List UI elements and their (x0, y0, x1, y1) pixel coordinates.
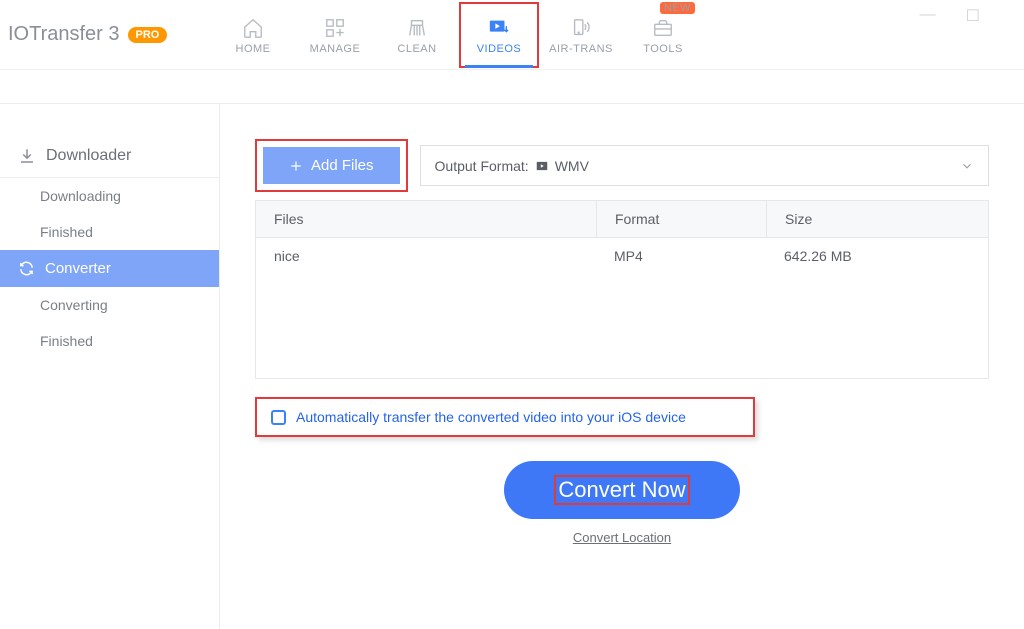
output-format-value: WMV (555, 158, 589, 174)
top-nav: HOME MANAGE CLEAN VIDEOS AIR-TRANS NEW T… (213, 2, 703, 68)
subheader-spacer (0, 70, 1024, 104)
sidebar-converting[interactable]: Converting (0, 287, 219, 323)
add-files-button[interactable]: Add Files (263, 147, 400, 184)
chevron-down-icon (960, 159, 974, 173)
nav-tools-label: TOOLS (643, 43, 683, 55)
table-body: nice MP4 642.26 MB (256, 238, 988, 378)
files-table: Files Format Size nice MP4 642.26 MB (255, 200, 989, 379)
output-format-label-group: Output Format: WMV (435, 158, 589, 174)
nav-clean-label: CLEAN (397, 43, 436, 55)
video-download-icon (486, 17, 512, 39)
maximize-icon[interactable]: ☐ (966, 6, 980, 26)
convert-location-link[interactable]: Convert Location (573, 530, 671, 545)
auto-transfer-label: Automatically transfer the converted vid… (296, 409, 686, 425)
nav-airtrans[interactable]: AIR-TRANS (541, 2, 621, 68)
sidebar-converter-label: Converter (45, 260, 111, 277)
video-file-icon (535, 159, 549, 173)
nav-tools[interactable]: NEW TOOLS (623, 2, 703, 68)
new-badge: NEW (660, 2, 695, 14)
toolbar: Add Files Output Format: WMV (255, 139, 989, 192)
logo-area: IOTransfer 3 PRO (0, 23, 205, 46)
col-header-size[interactable]: Size (766, 201, 988, 237)
cell-format: MP4 (596, 238, 766, 274)
col-header-files[interactable]: Files (256, 201, 596, 237)
auto-transfer-option[interactable]: Automatically transfer the converted vid… (255, 397, 755, 437)
add-files-highlight: Add Files (255, 139, 408, 192)
sidebar-downloader[interactable]: Downloader (0, 139, 219, 173)
convert-row: Convert Now (255, 461, 989, 519)
convert-location-row: Convert Location (255, 529, 989, 547)
convert-highlight: Convert Now (554, 475, 689, 505)
add-files-label: Add Files (311, 157, 374, 174)
sidebar-downloading[interactable]: Downloading (0, 178, 219, 214)
convert-now-label: Convert Now (558, 477, 685, 502)
sidebar-downloader-label: Downloader (46, 147, 131, 165)
cell-file: nice (256, 238, 596, 274)
main-area: Downloader Downloading Finished Converte… (0, 104, 1024, 629)
content: Add Files Output Format: WMV Files Forma… (220, 104, 1024, 629)
refresh-icon (18, 260, 35, 277)
nav-home-label: HOME (236, 43, 271, 55)
broom-icon (404, 17, 430, 39)
download-icon (18, 147, 36, 165)
sidebar-converter-finished[interactable]: Finished (0, 323, 219, 359)
grid-icon (322, 17, 348, 39)
toolbox-icon (650, 17, 676, 39)
output-format-label: Output Format: (435, 158, 529, 174)
nav-airtrans-label: AIR-TRANS (549, 43, 613, 55)
col-header-format[interactable]: Format (596, 201, 766, 237)
nav-clean[interactable]: CLEAN (377, 2, 457, 68)
convert-now-button[interactable]: Convert Now (504, 461, 739, 519)
minimize-icon[interactable]: — (920, 6, 936, 26)
nav-videos-label: VIDEOS (477, 43, 522, 55)
nav-manage-label: MANAGE (310, 43, 361, 55)
plus-icon (289, 159, 303, 173)
nav-manage[interactable]: MANAGE (295, 2, 375, 68)
table-row[interactable]: nice MP4 642.26 MB (256, 238, 988, 274)
nav-videos[interactable]: VIDEOS (459, 2, 539, 68)
home-icon (240, 17, 266, 39)
output-format-select[interactable]: Output Format: WMV (420, 145, 989, 186)
cell-size: 642.26 MB (766, 238, 988, 274)
pro-badge: PRO (128, 27, 168, 43)
wireless-icon (568, 17, 594, 39)
sidebar-converter[interactable]: Converter (0, 250, 219, 287)
top-bar: IOTransfer 3 PRO HOME MANAGE CLEAN VIDEO… (0, 0, 1024, 70)
app-title: IOTransfer 3 (8, 23, 120, 46)
checkbox-icon[interactable] (271, 410, 286, 425)
window-controls: — ☐ (906, 0, 1024, 32)
sidebar-downloader-finished[interactable]: Finished (0, 214, 219, 250)
nav-home[interactable]: HOME (213, 2, 293, 68)
sidebar: Downloader Downloading Finished Converte… (0, 104, 220, 629)
table-header: Files Format Size (256, 201, 988, 238)
